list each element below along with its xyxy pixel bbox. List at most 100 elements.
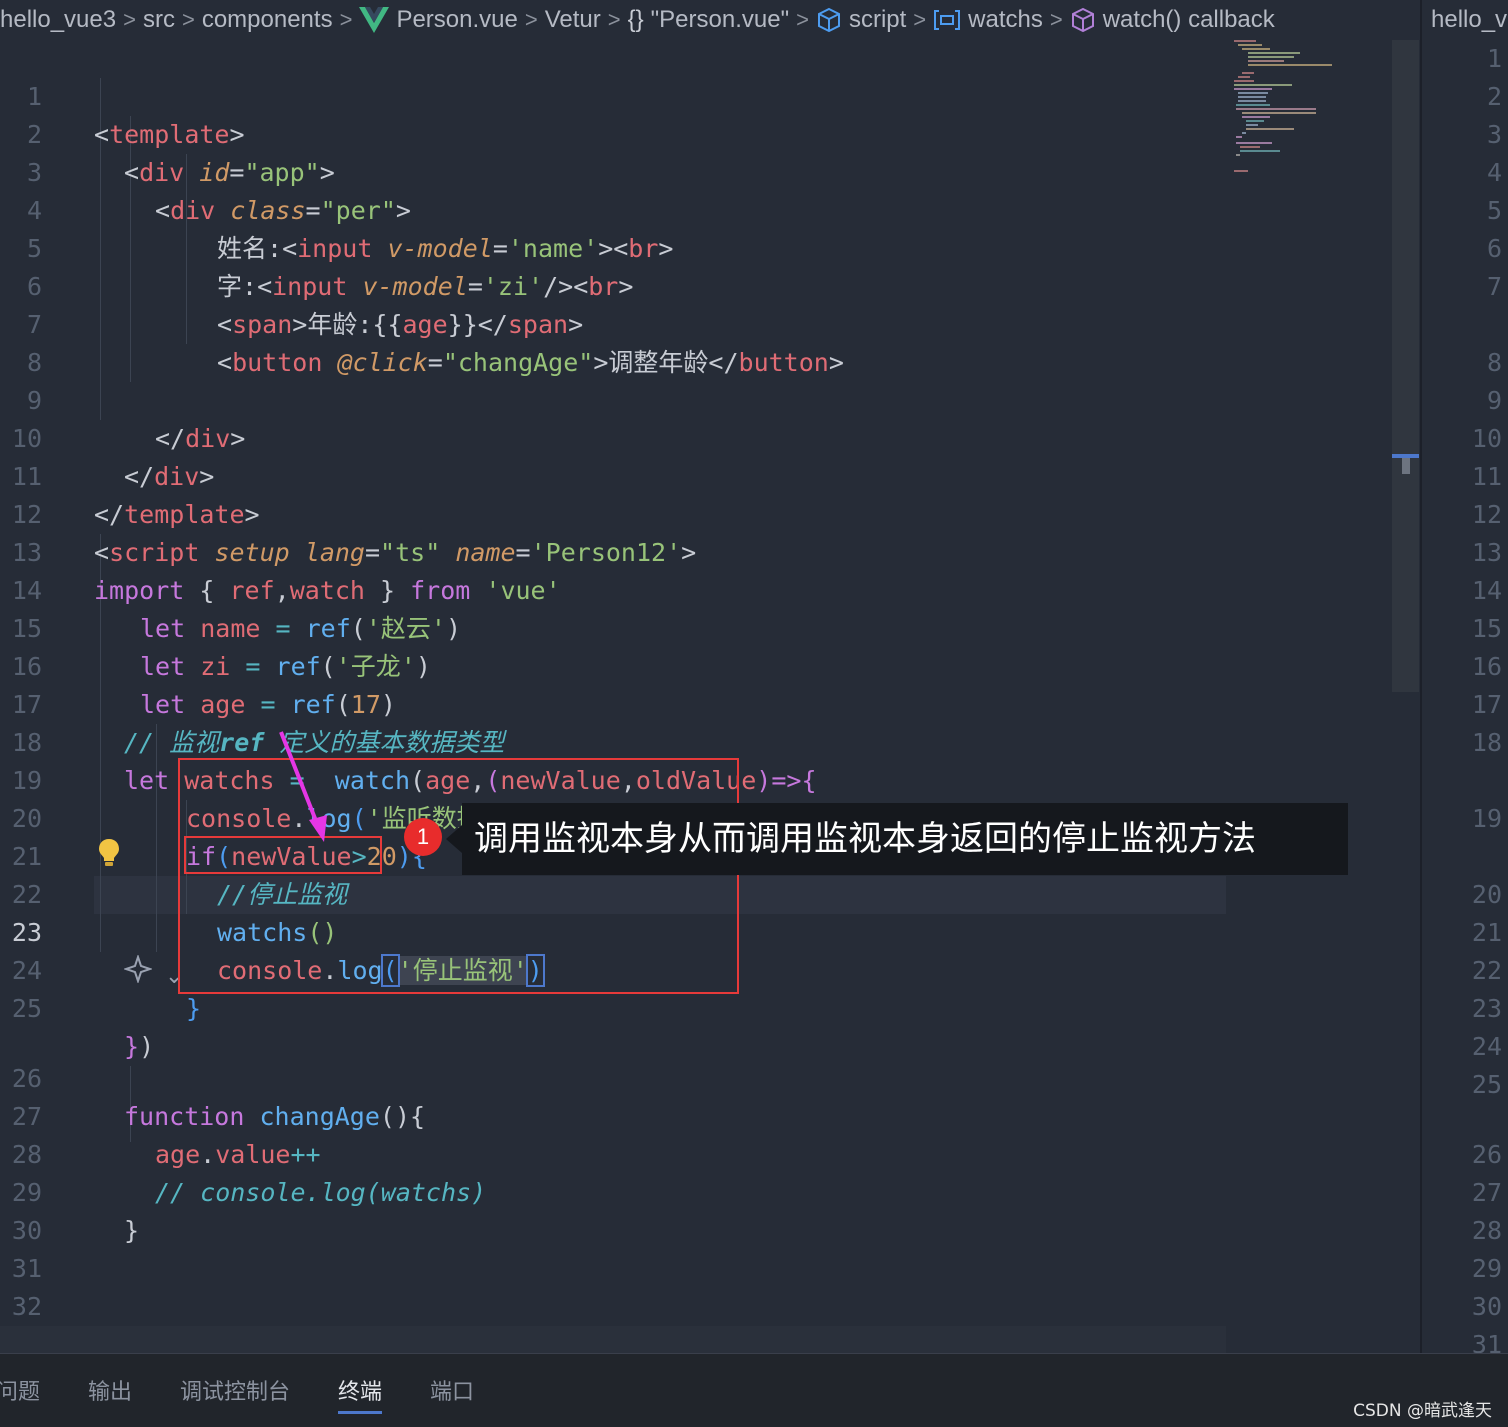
tab-ports[interactable]: 端口: [430, 1374, 474, 1406]
code-line[interactable]: 13 import { ref,watch } from 'vue': [0, 496, 1420, 605]
right-line-number: 4: [1486, 158, 1502, 187]
minimap-line: [1238, 44, 1262, 46]
code-line[interactable]: 15 let zi = ref('子龙'): [0, 572, 1420, 681]
right-line-number: 2: [1486, 82, 1502, 111]
variable-icon: [934, 10, 961, 30]
code-line-folded[interactable]: 34 > <style>···: [0, 1326, 1226, 1353]
minimap-line: [1248, 64, 1332, 66]
code-line[interactable]: 3 <div class="per">: [0, 116, 1420, 225]
code-line[interactable]: 8: [0, 306, 1420, 377]
right-line-number: 14: [1471, 576, 1502, 605]
minimap-line: [1234, 40, 1256, 42]
right-line-number: 20: [1471, 880, 1502, 909]
right-line-number: 22: [1471, 956, 1502, 985]
code-line[interactable]: 5 字:<input v-model='zi'/><br>: [0, 192, 1420, 301]
code-line[interactable]: 11 </template>: [0, 420, 1420, 529]
code-line[interactable]: 18 let watchs = watch(age,(newValue,oldV…: [0, 686, 1420, 795]
breadcrumb-item-project[interactable]: hello_vue3: [0, 6, 116, 34]
code-line[interactable]: 17 // 监视ref 定义的基本数据类型: [0, 648, 1420, 757]
cube-icon: [1071, 7, 1094, 33]
minimap-line: [1236, 154, 1240, 156]
right-line-number: 24: [1471, 1032, 1502, 1061]
breadcrumb-label: script: [848, 6, 907, 33]
tab-terminal[interactable]: 终端: [338, 1374, 383, 1414]
minimap-line: [1246, 120, 1264, 122]
chevron-right-icon: >: [339, 7, 353, 32]
breadcrumb-item-src[interactable]: src: [143, 6, 175, 34]
code-line[interactable]: 31: [0, 1212, 1420, 1283]
code-line[interactable]: 30: [0, 1174, 1420, 1245]
breadcrumb-item-script[interactable]: script: [816, 6, 906, 34]
code-line[interactable]: 28 // console.log(watchs): [0, 1098, 1420, 1207]
code-line[interactable]: 32 </script>: [0, 1250, 1420, 1353]
code-line[interactable]: 16 let age = ref(17): [0, 610, 1420, 719]
bottom-panel: 问题 输出 调试控制台 终端 端口 CSDN @暗武逢天: [0, 1353, 1508, 1427]
right-line-number: 9: [1486, 386, 1502, 415]
code-line[interactable]: 9 </div>: [0, 344, 1420, 453]
breadcrumb-item-file[interactable]: Person.vue: [359, 6, 518, 34]
breadcrumb-item-vetur[interactable]: Vetur: [545, 6, 601, 34]
chevron-right-icon: >: [524, 7, 538, 32]
minimap[interactable]: [1230, 40, 1390, 190]
breadcrumb-label: Person.vue: [396, 6, 518, 33]
code-editor[interactable]: 1 <template> 2 <div id="app"> 3 <div cla…: [0, 40, 1420, 1353]
code-line[interactable]: 10 </div>: [0, 382, 1420, 491]
codelens-ai-sparkle[interactable]: ⌄: [122, 953, 183, 989]
chevron-right-icon: >: [913, 7, 927, 32]
minimap-line: [1240, 146, 1260, 148]
code-line[interactable]: 14 let name = ref('赵云'): [0, 534, 1420, 643]
right-pane-breadcrumb[interactable]: hello_v: [1431, 0, 1508, 40]
right-line-number: 16: [1471, 652, 1502, 681]
right-line-number: 11: [1471, 462, 1502, 491]
right-line-number: 31: [1471, 1330, 1502, 1353]
right-line-number: 1: [1486, 44, 1502, 73]
right-line-number: 18: [1471, 728, 1502, 757]
right-line-number: 6: [1486, 234, 1502, 263]
vue-icon: [359, 7, 390, 33]
minimap-line: [1246, 128, 1294, 130]
breadcrumb-item-components[interactable]: components: [202, 6, 333, 34]
code-line[interactable]: 2 <div id="app">: [0, 78, 1420, 187]
code-line[interactable]: 33: [0, 1288, 1420, 1353]
breadcrumb-item-watchs[interactable]: watchs: [933, 6, 1043, 34]
right-line-number: 28: [1471, 1216, 1502, 1245]
code-line[interactable]: 1 <template>: [0, 40, 1420, 149]
token: }: [186, 994, 202, 1023]
code-line[interactable]: 27 age.value++: [0, 1060, 1420, 1169]
chevron-right-icon: >: [181, 7, 195, 32]
right-line-number: 15: [1471, 614, 1502, 643]
tab-debug-console[interactable]: 调试控制台: [180, 1374, 290, 1406]
lightbulb-icon[interactable]: [98, 838, 120, 874]
breadcrumb-label: watch() callback: [1102, 6, 1275, 33]
code-line[interactable]: 6 <span>年龄:{{age}}</span>: [0, 230, 1420, 339]
tab-output[interactable]: 输出: [88, 1374, 132, 1406]
scrollbar-thumb[interactable]: [1392, 40, 1419, 692]
breadcrumb-label: Vetur: [544, 6, 601, 33]
right-line-number: 23: [1471, 994, 1502, 1023]
code-line[interactable]: 26 function changAge(){: [0, 1022, 1420, 1131]
minimap-line: [1236, 108, 1316, 110]
code-line[interactable]: 7 <button @click="changAge">调整年龄</button…: [0, 268, 1420, 377]
minimap-line: [1240, 150, 1280, 152]
annotation-box-if-block: [178, 758, 739, 994]
code-line[interactable]: 12 <script setup lang="ts" name='Person1…: [0, 458, 1420, 567]
breadcrumb-item-callback[interactable]: watch() callback: [1070, 6, 1275, 34]
minimap-line: [1236, 104, 1270, 106]
code-line[interactable]: 4 姓名:<input v-model='name'><br>: [0, 154, 1420, 263]
right-line-number: 5: [1486, 196, 1502, 225]
minimap-line: [1248, 60, 1284, 62]
right-line-number: 21: [1471, 918, 1502, 947]
right-line-number: 12: [1471, 500, 1502, 529]
breadcrumb-label: src: [142, 6, 175, 33]
code-line[interactable]: 19 console.log('监听数据:',newValue,oldValue…: [0, 724, 1420, 833]
chevron-right-icon: >: [796, 7, 809, 32]
tab-problems[interactable]: 问题: [0, 1374, 40, 1406]
breadcrumb-item-module[interactable]: {} "Person.vue": [628, 6, 789, 34]
minimap-line: [1248, 56, 1294, 58]
minimap-line: [1238, 100, 1266, 102]
minimap-line: [1234, 84, 1292, 86]
minimap-line: [1238, 92, 1268, 94]
code-line[interactable]: 29 }: [0, 1136, 1420, 1245]
right-line-number: 8: [1486, 348, 1502, 377]
breadcrumb-label: "Person.vue": [650, 6, 790, 33]
